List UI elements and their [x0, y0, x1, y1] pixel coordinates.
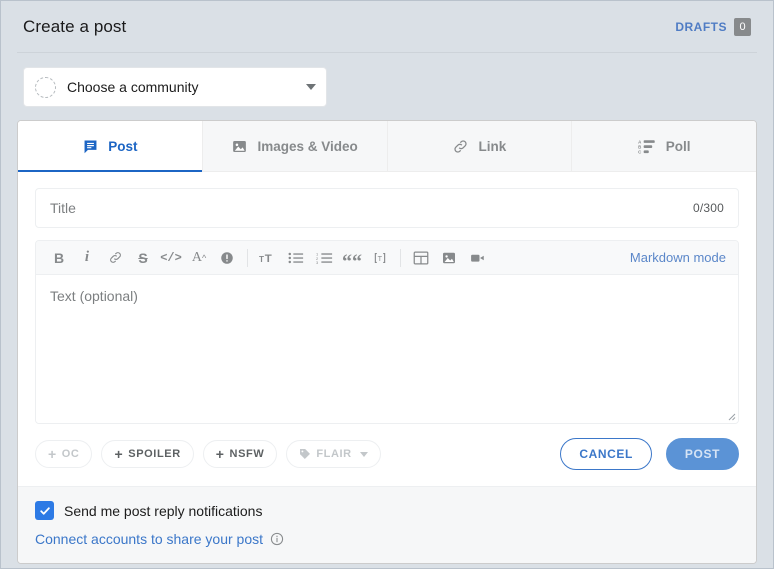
- post-body-textarea[interactable]: [36, 275, 738, 423]
- oc-tag-button[interactable]: + OC: [35, 440, 93, 468]
- svg-text:C: C: [638, 149, 642, 154]
- svg-text:T: T: [265, 253, 272, 265]
- svg-text:T: T: [378, 253, 383, 262]
- spoiler-icon[interactable]: [213, 245, 241, 271]
- svg-text:3: 3: [316, 259, 319, 264]
- plus-icon: +: [114, 446, 124, 462]
- image-icon[interactable]: [435, 245, 463, 271]
- rich-text-editor: B i S </> A ^ T T 1 2 3 ““ T Markdown mo…: [35, 240, 739, 424]
- composer-tabs: Post Images & Video Link A B C Poll: [18, 121, 756, 172]
- page-title: Create a post: [23, 16, 127, 36]
- svg-text:A: A: [638, 139, 642, 144]
- drafts-label: DRAFTS: [675, 19, 727, 34]
- title-field-row: 0/300: [18, 172, 756, 228]
- editor-toolbar: B i S </> A ^ T T 1 2 3 ““ T Markdown mo…: [36, 241, 738, 275]
- italic-icon[interactable]: i: [73, 245, 101, 271]
- tab-poll[interactable]: A B C Poll: [572, 121, 756, 171]
- connect-accounts-row: Connect accounts to share your post: [35, 531, 739, 547]
- spoiler-tag-label: SPOILER: [128, 448, 181, 460]
- create-post-page: Create a post DRAFTS 0 Choose a communit…: [0, 0, 774, 569]
- table-icon[interactable]: [407, 245, 435, 271]
- flair-tag-button[interactable]: FLAIR: [286, 440, 381, 468]
- video-icon[interactable]: [463, 245, 491, 271]
- drafts-button[interactable]: DRAFTS 0: [675, 17, 751, 36]
- toolbar-divider: [400, 248, 401, 267]
- nsfw-tag-button[interactable]: + NSFW: [202, 440, 278, 468]
- drafts-count-badge: 0: [734, 17, 751, 36]
- connect-accounts-link[interactable]: Connect accounts to share your post: [35, 531, 263, 547]
- tab-link[interactable]: Link: [387, 121, 573, 171]
- post-button[interactable]: POST: [665, 438, 739, 470]
- title-field-container: 0/300: [35, 188, 739, 228]
- tab-link-label: Link: [478, 138, 507, 154]
- numbered-list-icon[interactable]: 1 2 3: [310, 245, 338, 271]
- nsfw-tag-label: NSFW: [229, 448, 265, 460]
- spoiler-tag-button[interactable]: + SPOILER: [101, 440, 194, 468]
- dashed-circle-avatar-icon: [35, 76, 56, 98]
- heading-icon[interactable]: T T: [254, 245, 282, 271]
- post-footer: Send me post reply notifications Connect…: [18, 486, 756, 563]
- page-header: Create a post DRAFTS 0: [17, 1, 757, 53]
- reply-notifications-label: Send me post reply notifications: [64, 502, 263, 519]
- tab-post-label: Post: [108, 138, 138, 154]
- community-placeholder-label: Choose a community: [67, 79, 199, 95]
- svg-text:T: T: [259, 255, 264, 264]
- bold-icon[interactable]: B: [45, 245, 73, 271]
- community-selector-row: Choose a community: [17, 53, 757, 120]
- chevron-down-icon: [359, 451, 368, 457]
- link-icon: [452, 138, 469, 155]
- superscript-icon[interactable]: A ^: [185, 245, 213, 271]
- reply-notifications-checkbox[interactable]: [35, 501, 54, 520]
- poll-icon: A B C: [638, 138, 657, 155]
- post-actions-row: + OC + SPOILER + NSFW FLAIR CANCEL POST: [18, 424, 756, 486]
- notifications-row: Send me post reply notifications: [35, 501, 739, 520]
- oc-tag-label: OC: [61, 448, 80, 460]
- code-icon[interactable]: </>: [157, 245, 185, 271]
- toolbar-divider: [247, 248, 248, 267]
- plus-icon: +: [215, 446, 225, 462]
- chevron-down-icon: [306, 84, 316, 90]
- info-icon[interactable]: [270, 532, 284, 546]
- post-icon: [82, 138, 99, 155]
- bulleted-list-icon[interactable]: [282, 245, 310, 271]
- tag-icon: [299, 448, 311, 460]
- title-char-counter: 0/300: [692, 201, 724, 215]
- textarea-container: [36, 275, 738, 423]
- plus-icon: +: [48, 446, 57, 462]
- title-input[interactable]: [50, 200, 693, 216]
- inline-code-icon[interactable]: T: [366, 245, 394, 271]
- tab-poll-label: Poll: [665, 138, 691, 154]
- image-icon: [231, 138, 248, 155]
- quote-icon[interactable]: ““: [338, 245, 366, 272]
- tab-images-video-label: Images & Video: [257, 138, 358, 154]
- flair-tag-label: FLAIR: [316, 448, 352, 460]
- cancel-button[interactable]: CANCEL: [560, 438, 652, 470]
- link-icon[interactable]: [101, 245, 129, 271]
- post-composer-card: Post Images & Video Link A B C Poll Titl…: [17, 120, 757, 564]
- choose-community-dropdown[interactable]: Choose a community: [23, 67, 327, 107]
- strikethrough-icon[interactable]: S: [129, 245, 157, 271]
- tab-post[interactable]: Post: [18, 121, 203, 172]
- tab-images-video[interactable]: Images & Video: [202, 121, 388, 171]
- markdown-mode-link[interactable]: Markdown mode: [630, 250, 729, 265]
